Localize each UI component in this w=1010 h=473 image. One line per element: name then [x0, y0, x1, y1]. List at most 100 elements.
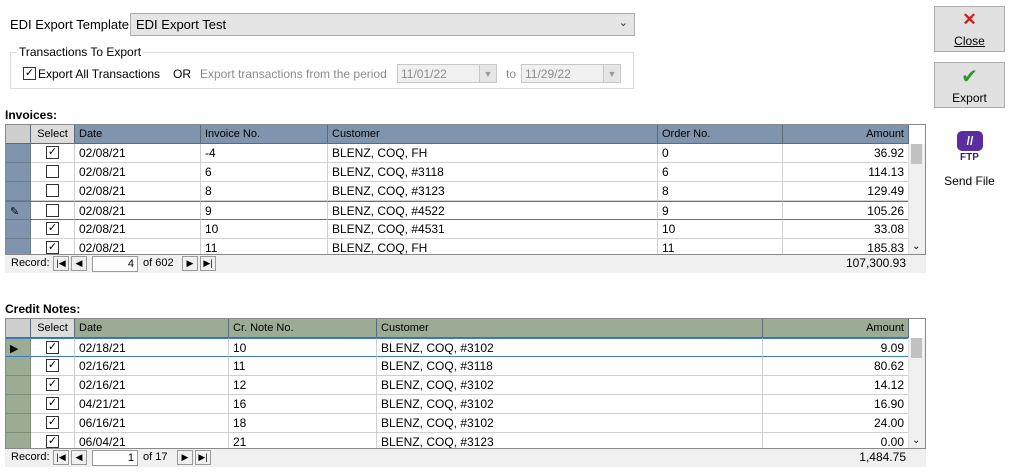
date-cell: 02/08/21	[75, 144, 201, 163]
amount-cell: 9.09	[763, 338, 909, 357]
export-button[interactable]: ✔ Export	[934, 62, 1005, 108]
check-icon: ✓	[24, 67, 35, 79]
select-cell[interactable]: ✓	[31, 414, 75, 433]
select-cell[interactable]: ✓	[31, 376, 75, 395]
invoices-scrollbar[interactable]: ⌄	[908, 144, 925, 254]
invoice-no-cell: 8	[201, 182, 328, 201]
next-record-icon[interactable]: ▶	[177, 450, 193, 465]
amount-cell: 16.90	[763, 395, 909, 414]
invoices-total-amount: 107,300.93	[845, 256, 906, 270]
invoices-grid[interactable]: Select Date Invoice No. Customer Order N…	[5, 124, 926, 255]
export-all-checkbox[interactable]: ✓	[23, 67, 36, 80]
select-checkbox[interactable]	[46, 204, 59, 217]
record-current-input[interactable]: 1	[92, 450, 138, 466]
select-cell[interactable]	[31, 201, 75, 220]
col-cr-note-no[interactable]: Cr. Note No.	[229, 319, 377, 338]
chevron-down-icon: ⌄	[618, 17, 628, 29]
record-label: Record:	[11, 257, 50, 269]
last-record-icon[interactable]: ▶|	[200, 256, 216, 271]
select-cell[interactable]: ✓	[31, 144, 75, 163]
select-cell[interactable]: ✓	[31, 239, 75, 254]
prev-record-icon[interactable]: ◀	[71, 450, 87, 465]
cr-note-no-cell: 12	[229, 376, 377, 395]
col-amount[interactable]: Amount	[783, 125, 909, 144]
row-indicator: ✎	[6, 201, 31, 220]
date-cell: 02/16/21	[75, 357, 229, 376]
invoices-navbar: Record: |◀ ◀ 4 of 602 ▶ ▶| 107,300.93	[5, 255, 926, 273]
select-checkbox[interactable]: ✓	[46, 146, 59, 159]
customer-cell: BLENZ, COQ, #4531	[328, 220, 658, 239]
chevron-down-icon[interactable]: ⌄	[912, 241, 920, 252]
col-invoice-no[interactable]: Invoice No.	[201, 125, 328, 144]
select-checkbox[interactable]: ✓	[46, 241, 59, 254]
invoices-label: Invoices:	[5, 108, 58, 122]
date-cell: 02/18/21	[75, 338, 229, 357]
scroll-thumb[interactable]	[911, 144, 922, 164]
last-record-icon[interactable]: ▶|	[195, 450, 211, 465]
select-checkbox[interactable]	[46, 184, 59, 197]
credit-notes-grid[interactable]: Select Date Cr. Note No. Customer Amount…	[5, 318, 926, 449]
col-date[interactable]: Date	[75, 319, 229, 338]
to-date-select[interactable]: 11/29/22 ▼	[521, 64, 621, 83]
first-record-icon[interactable]: |◀	[53, 450, 69, 465]
prev-record-icon[interactable]: ◀	[71, 256, 87, 271]
col-select[interactable]: Select	[31, 125, 75, 144]
select-checkbox[interactable]: ✓	[46, 435, 59, 448]
cr-note-no-cell: 21	[229, 433, 377, 448]
col-select[interactable]: Select	[31, 319, 75, 338]
close-button[interactable]: ✕ Close	[934, 6, 1005, 52]
send-file-button[interactable]: // FTP Send File	[934, 118, 1005, 190]
select-checkbox[interactable]: ✓	[46, 222, 59, 235]
select-checkbox[interactable]: ✓	[46, 378, 59, 391]
invoice-no-cell: 10	[201, 220, 328, 239]
row-indicator-header	[6, 125, 31, 144]
order-no-cell: 9	[658, 201, 783, 220]
record-current-input[interactable]: 4	[92, 256, 138, 272]
select-checkbox[interactable]: ✓	[46, 341, 59, 354]
cr-note-no-cell: 11	[229, 357, 377, 376]
select-checkbox[interactable]	[46, 165, 59, 178]
col-amount[interactable]: Amount	[763, 319, 909, 338]
select-cell[interactable]: ✓	[31, 338, 75, 357]
col-customer[interactable]: Customer	[377, 319, 763, 338]
export-button-label: Export	[952, 91, 987, 105]
customer-cell: BLENZ, COQ, #3102	[377, 376, 763, 395]
credit-notes-navbar: Record: |◀ ◀ 1 of 17 ▶ ▶| 1,484.75	[5, 449, 926, 467]
col-date[interactable]: Date	[75, 125, 201, 144]
check-icon: ✓	[47, 397, 58, 409]
check-icon: ✓	[47, 146, 58, 158]
row-indicator	[6, 163, 31, 182]
amount-cell: 33.08	[783, 220, 909, 239]
col-customer[interactable]: Customer	[328, 125, 658, 144]
next-record-icon[interactable]: ▶	[182, 256, 198, 271]
check-icon: ✓	[47, 359, 58, 371]
order-no-cell: 6	[658, 163, 783, 182]
close-button-label: Close	[954, 34, 985, 48]
from-date-select[interactable]: 11/01/22 ▼	[397, 64, 497, 83]
record-total: of 17	[143, 451, 168, 463]
select-cell[interactable]	[31, 182, 75, 201]
chevron-down-icon[interactable]: ⌄	[912, 435, 920, 446]
checkmark-icon: ✔	[961, 66, 978, 88]
select-cell[interactable]: ✓	[31, 220, 75, 239]
select-checkbox[interactable]: ✓	[46, 416, 59, 429]
dropdown-arrow-icon: ▼	[603, 65, 620, 82]
amount-cell: 0.00	[763, 433, 909, 448]
row-indicator	[6, 144, 31, 163]
select-cell[interactable]: ✓	[31, 395, 75, 414]
customer-cell: BLENZ, COQ, #3118	[328, 163, 658, 182]
select-cell[interactable]	[31, 163, 75, 182]
scroll-thumb[interactable]	[911, 338, 922, 358]
select-cell[interactable]: ✓	[31, 433, 75, 448]
template-select[interactable]: EDI Export Test ⌄	[130, 13, 635, 36]
select-cell[interactable]: ✓	[31, 357, 75, 376]
export-all-label: Export All Transactions	[38, 67, 161, 81]
invoice-no-cell: 11	[201, 239, 328, 254]
select-checkbox[interactable]: ✓	[46, 397, 59, 410]
col-order-no[interactable]: Order No.	[658, 125, 783, 144]
credit-notes-scrollbar[interactable]: ⌄	[908, 338, 925, 448]
credit-notes-total-amount: 1,484.75	[859, 450, 906, 464]
customer-cell: BLENZ, COQ, #3102	[377, 395, 763, 414]
select-checkbox[interactable]: ✓	[46, 359, 59, 372]
first-record-icon[interactable]: |◀	[53, 256, 69, 271]
